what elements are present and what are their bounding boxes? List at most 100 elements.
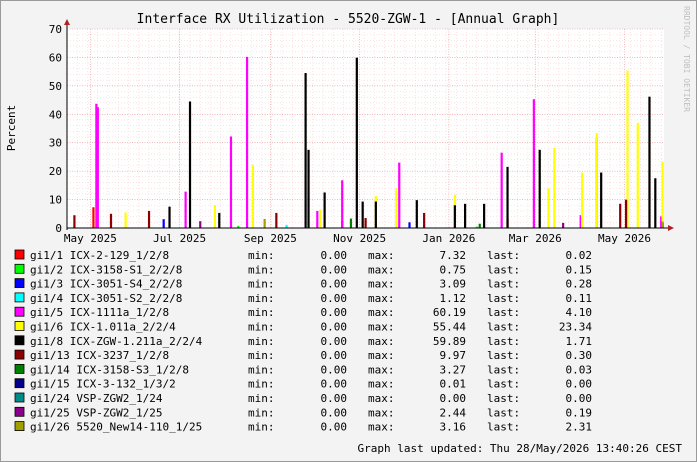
- data-bar: [162, 219, 165, 228]
- data-bar: [398, 162, 401, 228]
- x-tick-label: May 2026: [598, 232, 651, 245]
- legend-max-value: 2.44: [440, 406, 467, 419]
- legend-min-label: min:: [248, 378, 275, 391]
- legend-min-label: min:: [248, 349, 275, 362]
- legend-last-label: last:: [487, 249, 520, 262]
- data-bar: [229, 136, 233, 228]
- legend-min-label: min:: [248, 321, 275, 334]
- data-bar: [245, 56, 249, 228]
- legend-last-label: last:: [487, 349, 520, 362]
- legend-max-value: 3.27: [440, 363, 467, 376]
- legend-last-label: last:: [487, 292, 520, 305]
- x-tick-label: Jul 2025: [153, 232, 206, 245]
- legend-max-value: 59.89: [433, 335, 466, 348]
- data-bar: [483, 203, 486, 228]
- legend-series-name: gi1/26 5520_New14-110_1/25: [30, 421, 202, 434]
- data-bar: [538, 149, 541, 228]
- data-bar: [199, 221, 202, 228]
- legend-swatch: [14, 249, 25, 260]
- y-tick-label: 20: [49, 165, 62, 178]
- legend-last-value: 0.02: [566, 249, 593, 262]
- legend-max-label: max:: [368, 249, 395, 262]
- x-tick-label: Jan 2026: [422, 232, 475, 245]
- y-tick-label: 60: [49, 51, 62, 64]
- data-bar: [307, 149, 310, 228]
- legend-swatch: [14, 263, 25, 274]
- y-tick-label: 50: [49, 80, 62, 93]
- legend-min-value: 0.00: [321, 363, 348, 376]
- legend-max-label: max:: [368, 306, 395, 319]
- legend-min-label: min:: [248, 263, 275, 276]
- data-bar: [275, 212, 278, 228]
- y-tick-label: 40: [49, 108, 62, 121]
- data-bar: [562, 222, 565, 228]
- data-bar: [218, 212, 221, 228]
- data-bar: [355, 57, 358, 228]
- y-tick-label: 0: [55, 222, 62, 235]
- legend-max-value: 3.09: [440, 278, 467, 291]
- y-axis-arrow: [64, 19, 70, 25]
- data-bar: [595, 133, 598, 228]
- legend-max-label: max:: [368, 263, 395, 276]
- legend-max-value: 0.01: [440, 378, 467, 391]
- data-bar: [323, 192, 326, 228]
- x-tick-label: May 2025: [64, 232, 117, 245]
- legend-swatch: [14, 392, 25, 403]
- legend-max-value: 3.16: [440, 421, 467, 434]
- legend-min-value: 0.00: [321, 392, 348, 405]
- legend-min-value: 0.00: [321, 406, 348, 419]
- data-bar: [341, 180, 344, 228]
- legend-min-label: min:: [248, 406, 275, 419]
- legend-swatch: [14, 292, 25, 303]
- legend-max-value: 0.00: [440, 392, 467, 405]
- chart-title: Interface RX Utilization - 5520-ZGW-1 - …: [137, 12, 560, 27]
- legend-min-label: min:: [248, 363, 275, 376]
- data-bar: [661, 161, 664, 228]
- legend-swatch: [14, 378, 25, 389]
- data-bar: [364, 218, 367, 228]
- data-bar: [453, 205, 456, 228]
- legend-max-label: max:: [368, 321, 395, 334]
- data-bar: [96, 107, 99, 228]
- data-bar: [395, 188, 398, 228]
- legend-swatch: [14, 306, 25, 317]
- legend-last-label: last:: [487, 278, 520, 291]
- legend-max-label: max:: [368, 363, 395, 376]
- x-tick-label: Sep 2025: [244, 232, 297, 245]
- data-bar: [408, 222, 411, 228]
- legend-last-label: last:: [487, 321, 520, 334]
- data-bar: [109, 213, 113, 228]
- legend-min-label: min:: [248, 335, 275, 348]
- data-bar: [654, 178, 657, 228]
- legend-swatch: [14, 335, 25, 346]
- legend-min-value: 0.00: [321, 421, 348, 434]
- legend-series-name: gi1/25 VSP-ZGW2_1/25: [30, 406, 162, 419]
- legend-min-label: min:: [248, 249, 275, 262]
- legend-last-value: 2.31: [566, 421, 593, 434]
- legend-swatch: [14, 363, 25, 374]
- legend-min-label: min:: [248, 292, 275, 305]
- legend-max-label: max:: [368, 349, 395, 362]
- legend-last-value: 1.71: [566, 335, 593, 348]
- x-tick-label: Nov 2025: [333, 232, 386, 245]
- data-bar: [319, 209, 322, 228]
- y-tick-label: 10: [49, 194, 62, 207]
- y-tick-label: 70: [49, 23, 62, 36]
- legend-last-value: 0.28: [566, 278, 593, 291]
- data-bar: [361, 201, 364, 228]
- data-bar: [184, 191, 187, 228]
- legend-last-label: last:: [487, 263, 520, 276]
- data-bar: [92, 207, 95, 228]
- legend-swatch: [14, 321, 25, 331]
- rx-utilization-chart: Interface RX Utilization - 5520-ZGW-1 - …: [5, 6, 691, 455]
- legend-last-value: 0.19: [566, 406, 593, 419]
- legend-series-name: gi1/3 ICX-3051-S4_2/2/8: [30, 278, 182, 291]
- legend-max-label: max:: [368, 278, 395, 291]
- legend-series-name: gi1/15 ICX-3-132_1/3/2: [30, 378, 176, 391]
- legend-max-label: max:: [368, 335, 395, 348]
- legend-last-label: last:: [487, 363, 520, 376]
- legend-series-name: gi1/4 ICX-3051-S2_2/2/8: [30, 292, 182, 305]
- data-bar: [423, 212, 426, 228]
- y-tick-label: 30: [49, 137, 62, 150]
- data-bar: [636, 122, 639, 228]
